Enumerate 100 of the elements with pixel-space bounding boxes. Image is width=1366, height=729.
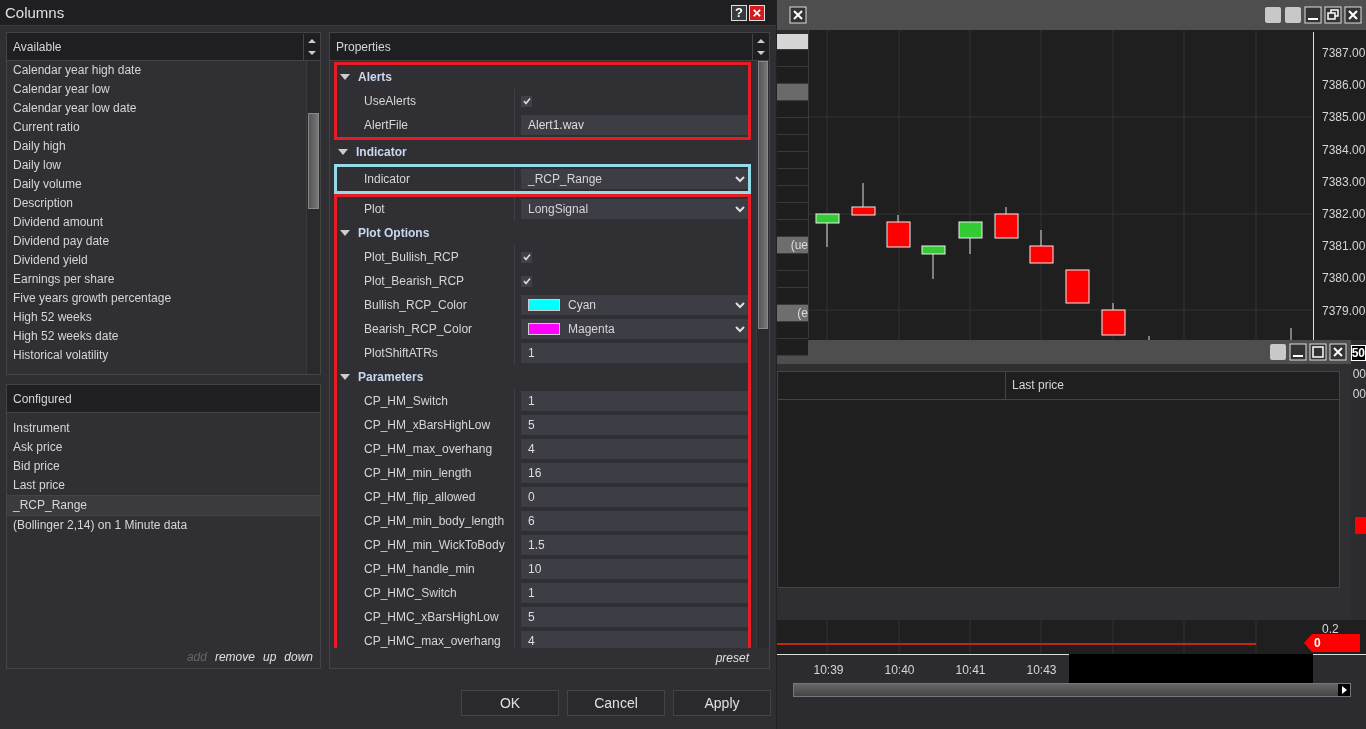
expand-toggle-icon[interactable] [340, 72, 350, 82]
action-link[interactable]: remove [214, 650, 255, 664]
list-item[interactable]: Daily low [7, 156, 306, 175]
list-item[interactable]: Dividend yield [7, 251, 306, 270]
list-item[interactable]: Daily volume [7, 175, 306, 194]
input-field[interactable]: 1.5 [521, 535, 748, 555]
input-field[interactable]: 16 [521, 463, 748, 483]
property-name: CP_HM_Switch [334, 389, 515, 413]
axis-label: 7381.00 [1321, 240, 1366, 254]
list-item[interactable]: Dividend pay date [7, 232, 306, 251]
axis-label: 10:43 [1025, 662, 1058, 679]
input-field[interactable]: Alert1.wav [521, 115, 748, 135]
action-link[interactable]: down [284, 650, 313, 664]
property-name: CP_HM_handle_min [334, 557, 515, 581]
input-field[interactable]: 5 [521, 415, 748, 435]
close-button[interactable]: × [749, 4, 765, 21]
action-link[interactable]: up [262, 650, 277, 664]
window-button[interactable] [1269, 343, 1287, 361]
candlestick [1290, 327, 1292, 340]
expand-toggle-icon[interactable] [340, 228, 350, 238]
input-field[interactable]: 4 [521, 439, 748, 459]
maximize-icon[interactable] [1309, 343, 1327, 361]
input-field[interactable]: 1 [521, 583, 748, 603]
input-field[interactable]: 1 [521, 391, 748, 411]
property-name: Bullish_RCP_Color [334, 293, 515, 317]
dropdown[interactable]: _RCP_Range [521, 169, 748, 189]
preset-link[interactable]: preset [715, 651, 749, 665]
list-item[interactable]: Last price [7, 476, 320, 496]
list-item[interactable]: Earnings per share [7, 270, 306, 289]
property-name: CP_HM_min_body_length [334, 509, 515, 533]
axis-label: 10:39 [812, 662, 845, 679]
minimize-icon[interactable] [1289, 343, 1307, 361]
scrollbar-thumb[interactable] [758, 61, 768, 329]
dialog-button[interactable]: OK [461, 690, 559, 716]
minimize-icon[interactable] [1304, 6, 1322, 24]
axis-label: 7386.00 [1321, 79, 1366, 93]
chevron-down-icon [734, 174, 746, 184]
list-item[interactable]: Current ratio [7, 118, 306, 137]
input-field[interactable]: 1 [521, 343, 748, 363]
list-item[interactable]: Calendar year low date [7, 99, 306, 118]
close-icon[interactable] [789, 6, 807, 24]
input-field[interactable]: 4 [521, 631, 748, 648]
checkbox[interactable] [521, 275, 532, 287]
dialog-button[interactable]: Cancel [567, 690, 665, 716]
axis-label: 7384.00 [1321, 143, 1366, 157]
axis-label: 00 [1351, 387, 1366, 401]
restore-icon[interactable] [1324, 6, 1342, 24]
input-field[interactable]: 6 [521, 511, 748, 531]
property-name: CP_HM_flip_allowed [334, 485, 515, 509]
scroll-right-icon [1338, 684, 1350, 696]
list-item[interactable]: High 52 weeks [7, 308, 306, 327]
property-name: CP_HM_max_overhang [334, 437, 515, 461]
dropdown[interactable]: Magenta [521, 319, 748, 339]
list-item[interactable]: _RCP_Range [7, 495, 320, 517]
window-button[interactable] [1284, 6, 1302, 24]
side-item[interactable]: ue) [777, 237, 808, 254]
list-item[interactable]: Description [7, 194, 306, 213]
list-item[interactable]: High 52 weeks date [7, 327, 306, 346]
list-item[interactable]: Dividend amount [7, 213, 306, 232]
list-item[interactable]: Five years growth percentage [7, 289, 306, 308]
dropdown-value: LongSignal [528, 202, 590, 216]
input-field[interactable]: 5 [521, 607, 748, 627]
candlestick [1065, 269, 1090, 304]
candlestick [851, 182, 876, 216]
close-icon[interactable] [1344, 6, 1362, 24]
checkbox[interactable] [521, 251, 532, 263]
side-item[interactable]: e) [777, 305, 808, 322]
axis-label: 7382.00 [1321, 207, 1366, 221]
list-item[interactable]: Calendar year high date [7, 61, 306, 80]
list-item[interactable]: Bid price [7, 457, 320, 477]
input-field[interactable]: 0 [521, 487, 748, 507]
help-button[interactable]: ? [731, 4, 747, 21]
close-icon[interactable] [1329, 343, 1347, 361]
expand-toggle-icon[interactable] [338, 147, 348, 157]
candlestick [1101, 302, 1126, 336]
window-button[interactable] [1264, 6, 1282, 24]
candlestick [994, 206, 1019, 239]
property-name: AlertFile [334, 113, 515, 137]
expand-toggle-icon[interactable] [340, 372, 350, 382]
list-item[interactable]: Calendar year low [7, 80, 306, 99]
candlestick [886, 214, 911, 248]
dialog-button[interactable]: Apply [673, 690, 771, 716]
checkbox[interactable] [521, 95, 532, 107]
list-item[interactable]: Daily high [7, 137, 306, 156]
axis-label: 7385.00 [1321, 111, 1366, 125]
side-row[interactable] [777, 34, 808, 50]
list-item[interactable]: Ask price [7, 438, 320, 458]
price-marker [1355, 517, 1366, 534]
section-title: Alerts [358, 70, 392, 84]
list-item[interactable]: (Bollinger 2,14) on 1 Minute data [7, 516, 320, 536]
list-item[interactable]: Historical volatility [7, 346, 306, 365]
scrollbar-thumb[interactable] [308, 113, 319, 209]
list-item[interactable]: Instrument [7, 419, 320, 439]
dropdown[interactable]: LongSignal [521, 199, 748, 219]
chevron-down-icon [734, 204, 746, 214]
horizontal-scrollbar[interactable] [793, 683, 1351, 697]
dropdown[interactable]: Cyan [521, 295, 748, 315]
property-name: UseAlerts [334, 89, 515, 113]
input-field[interactable]: 10 [521, 559, 748, 579]
column-header[interactable]: Last price [1006, 372, 1339, 399]
